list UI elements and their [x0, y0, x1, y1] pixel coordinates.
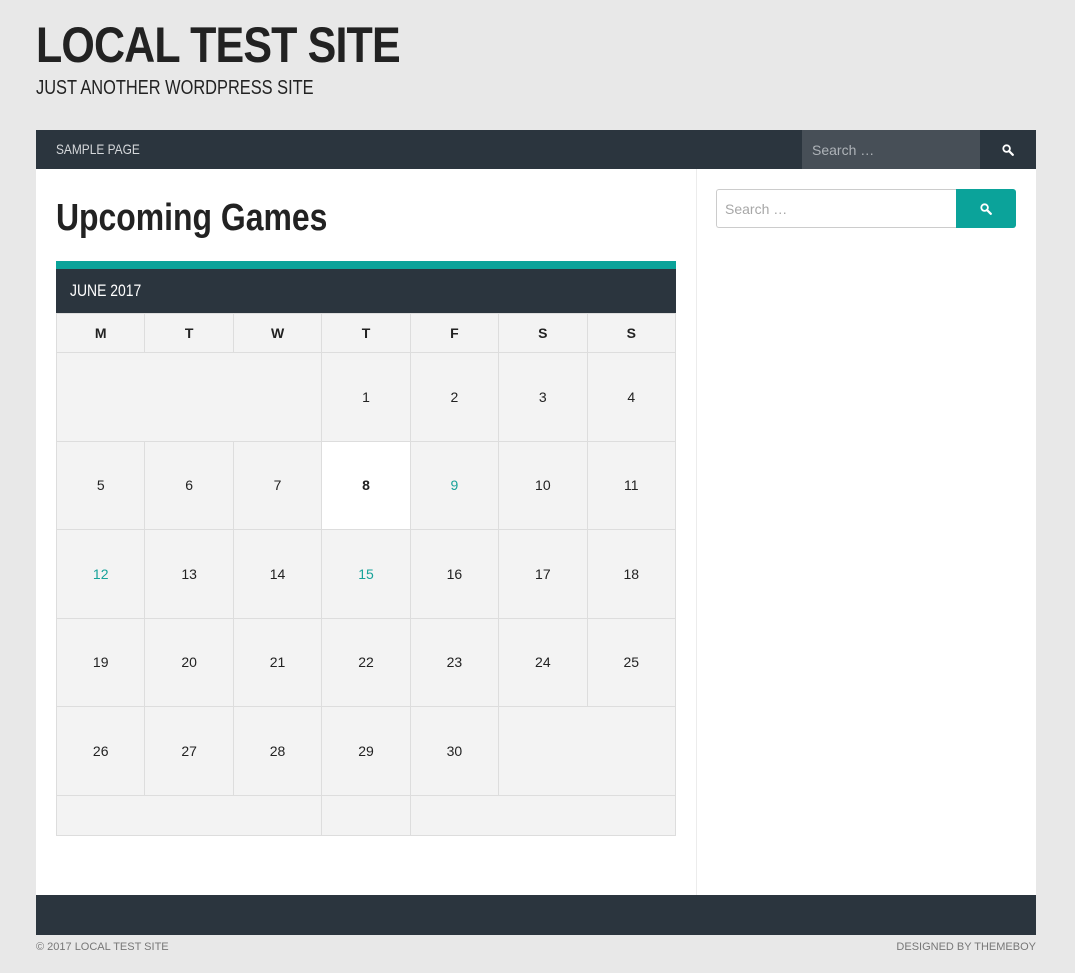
nav-item-sample-page[interactable]: SAMPLE PAGE — [56, 130, 140, 169]
calendar-day[interactable]: 15 — [321, 529, 411, 619]
calendar-day: 3 — [498, 352, 588, 442]
calendar-month-label: JUNE 2017 — [70, 281, 142, 300]
sidebar-divider — [696, 169, 697, 895]
weekday-header-row: M T W T F S S — [55, 313, 677, 353]
search-icon — [1002, 143, 1014, 156]
sidebar-search-button[interactable] — [956, 189, 1016, 228]
calendar-event-link[interactable]: 12 — [93, 566, 109, 582]
calendar-day[interactable]: 9 — [409, 440, 500, 530]
footer-widget-area — [36, 895, 1036, 935]
sidebar-search-input[interactable] — [716, 189, 957, 228]
calendar-day: 6 — [144, 440, 234, 530]
calendar-day: 29 — [321, 706, 411, 796]
calendar-empty-cell — [55, 352, 323, 442]
calendar-day: 14 — [232, 529, 323, 619]
calendar-day: 16 — [409, 529, 500, 619]
weekday-header: W — [232, 313, 323, 353]
calendar-day: 30 — [409, 706, 500, 796]
calendar-day: 20 — [144, 617, 234, 707]
calendar-day: 22 — [321, 617, 411, 707]
footer-credit-link[interactable]: DESIGNED BY THEMEBOY — [896, 941, 1036, 953]
calendar-nav-cell — [55, 794, 323, 836]
weekday-header: T — [144, 313, 234, 353]
weekday-header: T — [321, 313, 411, 353]
calendar-day: 8 — [321, 440, 411, 530]
weekday-header: S — [498, 313, 588, 353]
calendar-body: 1 2 3 4 5 6 7 8 9 10 11 12 13 14 15 16 17 18 19 20 21 22 23 24 2… — [55, 352, 677, 836]
calendar-week-row: 26 27 28 29 30 — [55, 706, 676, 796]
calendar-day: 5 — [55, 440, 146, 530]
calendar-table: M T W T F S S 1 2 3 4 5 6 7 8 9 10 11 12 13 14 15 16 17 1… — [55, 313, 677, 836]
site-header: LOCAL TEST SITE JUST ANOTHER WORDPRESS S… — [36, 14, 459, 100]
weekday-header: F — [409, 313, 500, 353]
calendar-day: 21 — [232, 617, 323, 707]
calendar-day: 26 — [55, 706, 146, 796]
calendar-event-link[interactable]: 15 — [358, 566, 374, 582]
footer-copyright: © 2017 LOCAL TEST SITE — [36, 941, 169, 953]
main-navigation: SAMPLE PAGE — [36, 130, 1036, 169]
calendar-day: 27 — [144, 706, 234, 796]
calendar-day: 18 — [586, 529, 677, 619]
sidebar-search-widget — [716, 189, 1016, 228]
calendar-day: 28 — [232, 706, 323, 796]
site-title[interactable]: LOCAL TEST SITE — [36, 14, 401, 76]
page-title: Upcoming Games — [56, 197, 328, 239]
calendar-day: 2 — [409, 352, 500, 442]
calendar-nav-cell — [321, 794, 411, 836]
header-search-button[interactable] — [980, 130, 1036, 169]
calendar-nav-cell — [409, 794, 677, 836]
calendar-day: 13 — [144, 529, 234, 619]
calendar-day: 7 — [232, 440, 323, 530]
calendar-day: 11 — [586, 440, 677, 530]
calendar-day: 19 — [55, 617, 146, 707]
calendar-week-row: 5 6 7 8 9 10 11 — [55, 440, 677, 530]
content-area: Upcoming Games JUNE 2017 M T W T F S S 1… — [36, 169, 1036, 895]
calendar-week-row: 12 13 14 15 16 17 18 — [55, 529, 677, 619]
header-search-input[interactable] — [802, 130, 980, 169]
calendar-accent-bar — [56, 261, 676, 269]
search-icon — [980, 202, 992, 215]
calendar-day: 10 — [498, 440, 588, 530]
calendar-week-row: 1234 — [55, 352, 677, 442]
calendar-day: 23 — [409, 617, 500, 707]
calendar-event-link[interactable]: 9 — [451, 477, 459, 493]
calendar-footer-row — [55, 794, 677, 836]
calendar-day: 4 — [586, 352, 677, 442]
calendar-day: 24 — [498, 617, 588, 707]
calendar-day: 1 — [321, 352, 411, 442]
calendar-week-row: 19 20 21 22 23 24 25 — [55, 617, 677, 707]
calendar-day: 25 — [586, 617, 677, 707]
calendar-day: 17 — [498, 529, 588, 619]
calendar-empty-cell — [498, 706, 676, 796]
weekday-header: S — [586, 313, 677, 353]
site-tagline: JUST ANOTHER WORDPRESS SITE — [36, 77, 314, 99]
weekday-header: M — [55, 313, 146, 353]
event-calendar: JUNE 2017 M T W T F S S 1 2 3 4 5 6 7 8 9 10 11 12 1… — [55, 261, 677, 836]
calendar-day[interactable]: 12 — [55, 529, 146, 619]
calendar-caption: JUNE 2017 — [56, 269, 676, 313]
